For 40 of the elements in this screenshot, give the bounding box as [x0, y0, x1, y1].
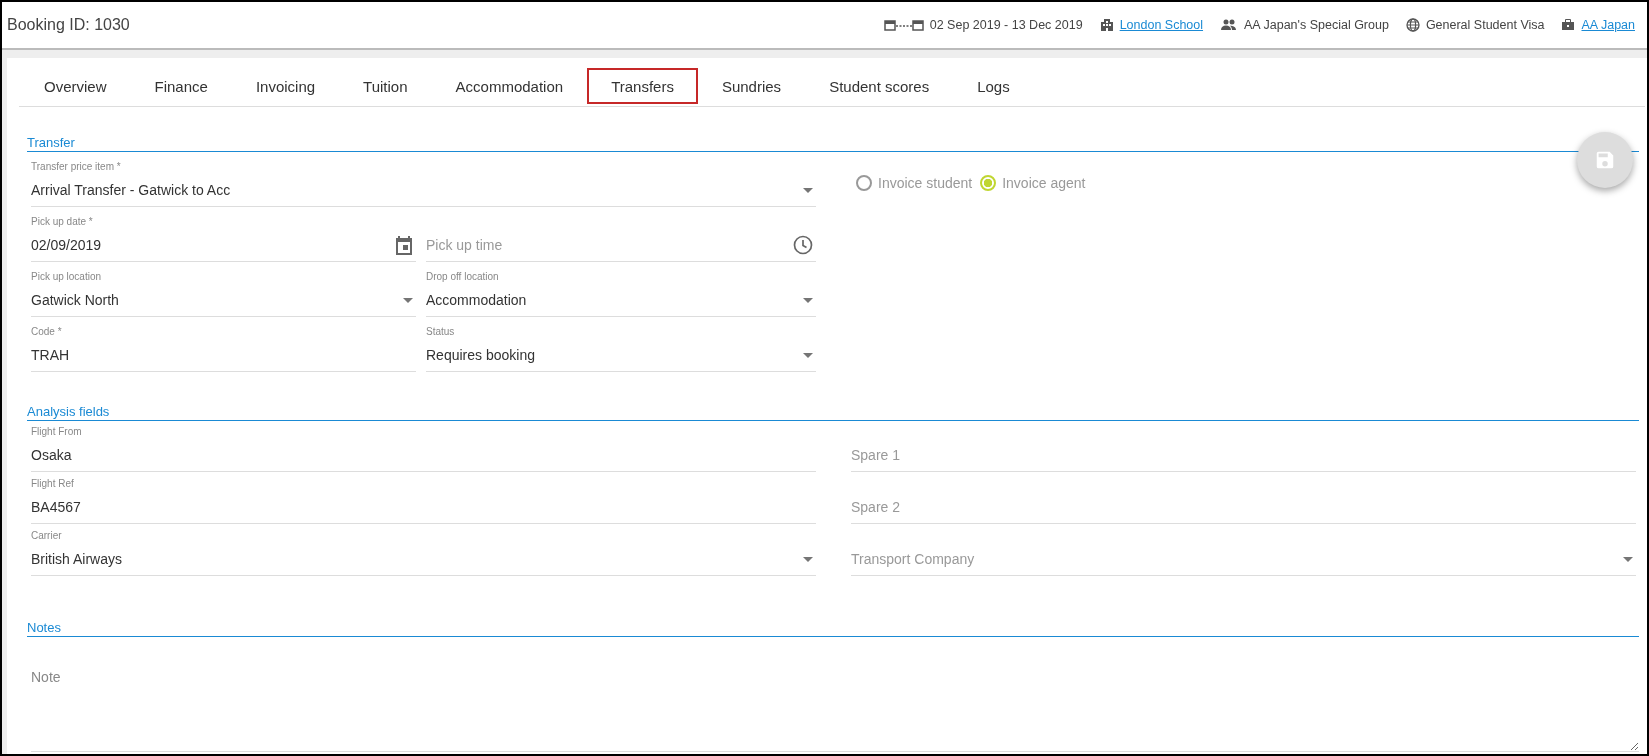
- dropdown-field[interactable]: Carrier British Airways: [31, 530, 816, 576]
- building-icon: [1099, 18, 1114, 32]
- tab[interactable]: Accommodation: [431, 68, 588, 104]
- caret-icon: [803, 352, 813, 358]
- caret-icon: [1623, 556, 1633, 562]
- tab[interactable]: Sundries: [697, 68, 806, 104]
- header-info: 02 Sep 2019 - 13 Dec 2019: [929, 18, 1083, 32]
- caret-icon: [803, 187, 813, 193]
- text-field[interactable]: Flight Ref BA4567: [31, 478, 816, 524]
- people-icon: [1220, 18, 1239, 32]
- caret-icon: [403, 297, 413, 303]
- globe-icon: [1405, 18, 1420, 32]
- tab[interactable]: Invoicing: [231, 68, 340, 104]
- caret-icon: [803, 297, 813, 303]
- briefcase-icon: [1561, 18, 1576, 32]
- text-field[interactable]: Flight From Osaka: [31, 426, 816, 472]
- section-title: Notes: [27, 620, 1639, 637]
- header-link[interactable]: AA Japan: [1581, 18, 1635, 32]
- tab[interactable]: Student scores: [805, 68, 954, 104]
- text-field[interactable]: Code * TRAH: [31, 326, 416, 372]
- section-title: Analysis fields: [27, 404, 1639, 421]
- date-range-icon: [883, 18, 924, 32]
- header-link[interactable]: London School: [1119, 18, 1204, 32]
- date-field[interactable]: Pick up date * 02/09/2019: [31, 216, 416, 262]
- calendar-icon: [395, 235, 413, 255]
- caret-icon: [803, 556, 813, 562]
- tab[interactable]: Overview: [20, 68, 131, 104]
- dropdown-field[interactable]: Pick up location Gatwick North: [31, 271, 416, 317]
- clock-icon: [793, 235, 813, 255]
- tab[interactable]: Transfers: [587, 68, 698, 104]
- save-button[interactable]: [1577, 132, 1633, 188]
- header-info: AA Japan's Special Group: [1244, 18, 1389, 32]
- tab[interactable]: Tuition: [339, 68, 432, 104]
- dropdown-field[interactable]: Status Requires booking: [426, 326, 816, 372]
- tab[interactable]: Logs: [953, 68, 1034, 104]
- header-info: General Student Visa: [1425, 18, 1545, 32]
- booking-title: Booking ID: 1030: [7, 16, 130, 34]
- dropdown-field[interactable]: Drop off location Accommodation: [426, 271, 816, 317]
- dropdown-field[interactable]: Transfer price item * Arrival Transfer - Gatwick to Acc: [31, 161, 816, 207]
- tab[interactable]: Finance: [130, 68, 232, 104]
